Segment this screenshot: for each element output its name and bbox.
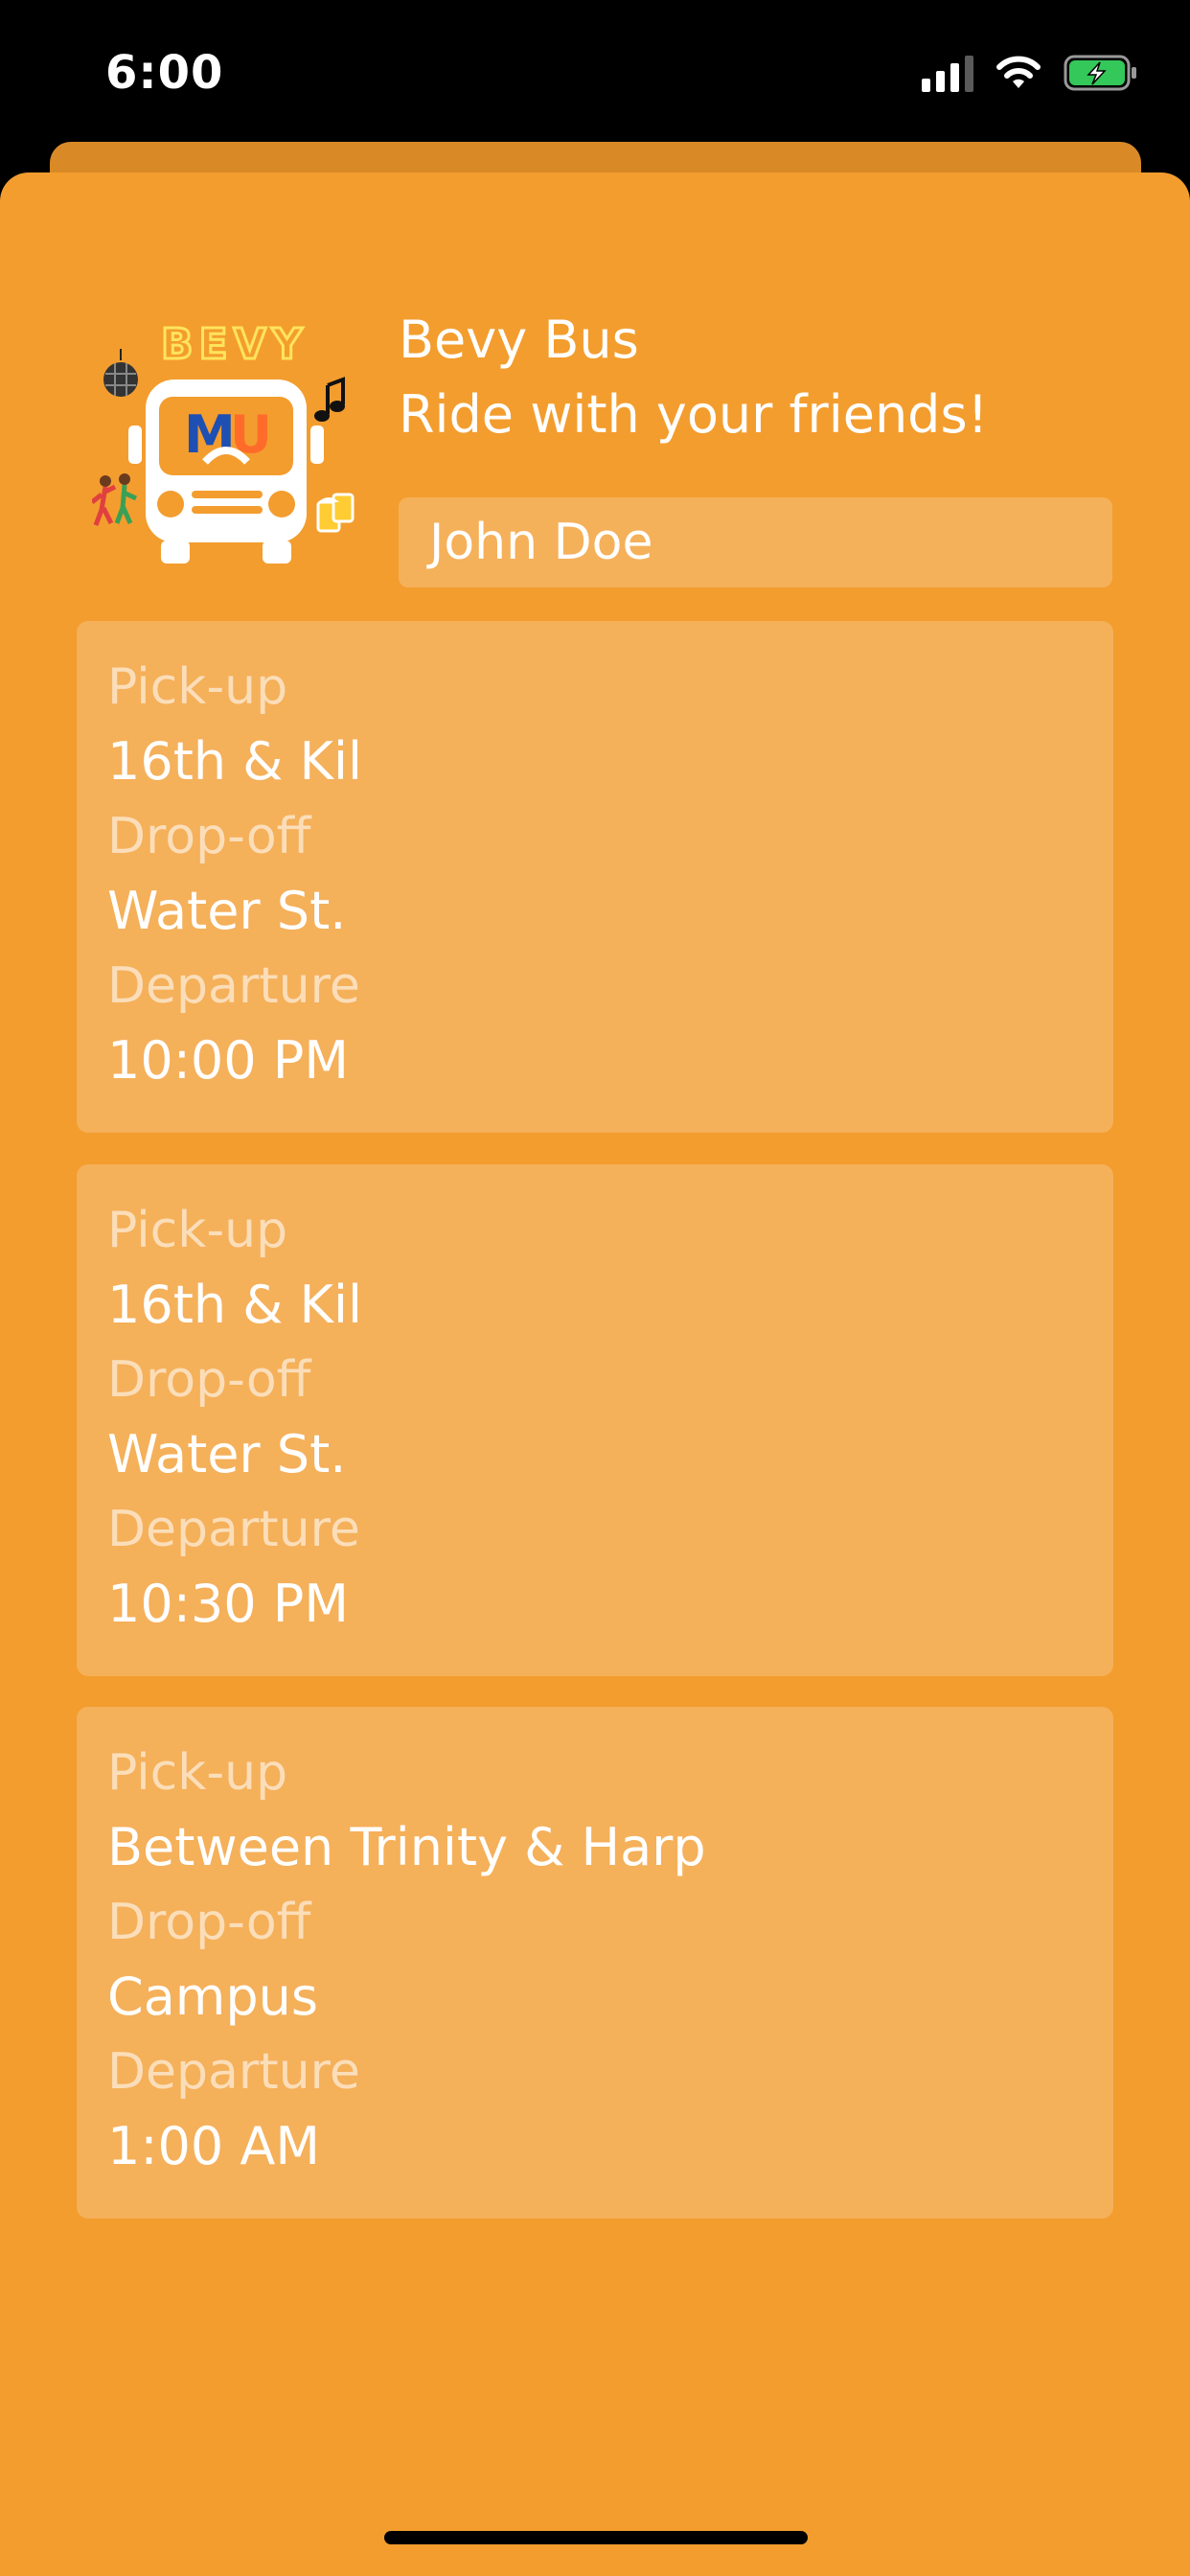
status-time: 6:00 xyxy=(105,46,224,100)
dropoff-value: Water St. xyxy=(107,881,347,941)
app-title: Bevy Bus xyxy=(399,310,639,370)
battery-charging-icon xyxy=(1064,55,1136,91)
dropoff-value: Campus xyxy=(107,1966,319,2027)
svg-text:BEVY: BEVY xyxy=(161,320,309,369)
departure-value: 10:30 PM xyxy=(107,1574,349,1634)
name-field[interactable]: John Doe xyxy=(399,497,1112,587)
pickup-value: Between Trinity & Harp xyxy=(107,1817,706,1877)
trip-card[interactable]: Pick-up Between Trinity & Harp Drop-off … xyxy=(77,1707,1113,2219)
dropoff-label: Drop-off xyxy=(107,1351,311,1409)
pickup-value: 16th & Kil xyxy=(107,1275,362,1335)
trip-card[interactable]: Pick-up 16th & Kil Drop-off Water St. De… xyxy=(77,1164,1113,1676)
status-icons xyxy=(922,54,1138,92)
departure-value: 10:00 PM xyxy=(107,1030,349,1091)
home-indicator[interactable] xyxy=(384,2531,808,2544)
dropoff-value: Water St. xyxy=(107,1424,347,1484)
departure-label: Departure xyxy=(107,1501,360,1558)
pickup-value: 16th & Kil xyxy=(107,731,362,792)
wifi-icon xyxy=(996,56,1041,88)
app-subtitle: Ride with your friends! xyxy=(399,384,989,445)
trip-card[interactable]: Pick-up 16th & Kil Drop-off Water St. De… xyxy=(77,621,1113,1133)
dropoff-label: Drop-off xyxy=(107,808,311,865)
status-bar: 6:00 xyxy=(0,0,1190,144)
bevy-bus-logo: BEVY M U xyxy=(92,319,355,564)
dropoff-label: Drop-off xyxy=(107,1894,311,1951)
departure-label: Departure xyxy=(107,2043,360,2101)
pickup-label: Pick-up xyxy=(107,1744,288,1802)
cellular-signal-icon xyxy=(922,54,973,92)
departure-label: Departure xyxy=(107,957,360,1015)
header: Bevy Bus Ride with your friends! xyxy=(399,303,988,452)
departure-value: 1:00 AM xyxy=(107,2116,320,2176)
pickup-label: Pick-up xyxy=(107,658,288,716)
pickup-label: Pick-up xyxy=(107,1202,288,1259)
